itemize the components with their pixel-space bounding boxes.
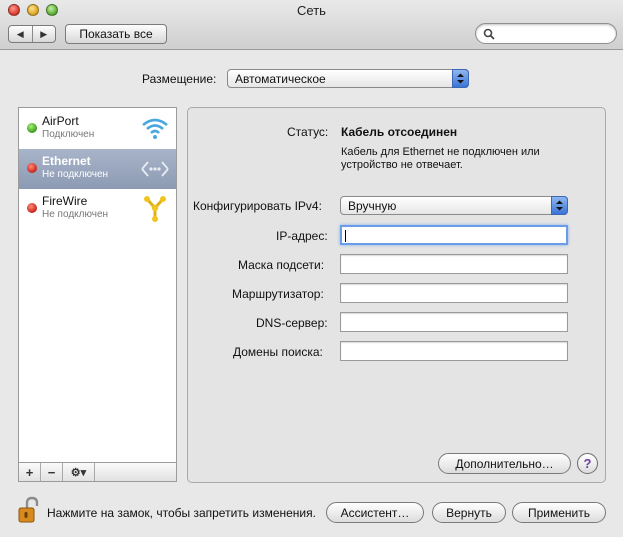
title-bar: Сеть ◀ ▶ Показать все [0, 0, 623, 50]
configure-ipv4-label: Конфигурировать IPv4: [193, 199, 322, 213]
service-name: FireWire [42, 194, 88, 208]
status-dot-icon [27, 163, 37, 173]
subnet-mask-label: Маска подсети: [238, 258, 325, 272]
configure-ipv4-popup[interactable]: Вручную [340, 196, 568, 215]
forward-button[interactable]: ▶ [31, 26, 56, 42]
action-menu-button[interactable]: ⚙▾ [63, 463, 95, 481]
assistant-button[interactable]: Ассистент… [326, 502, 424, 523]
search-input[interactable] [475, 23, 617, 44]
remove-service-button[interactable]: − [41, 463, 63, 481]
apply-button[interactable]: Применить [512, 502, 606, 523]
router-field[interactable] [340, 283, 568, 303]
window-title: Сеть [297, 3, 326, 18]
text-caret [345, 230, 346, 242]
search-icon [483, 28, 495, 40]
router-label: Маршрутизатор: [232, 287, 324, 301]
location-value: Автоматическое [235, 71, 326, 86]
status-dot-icon [27, 123, 37, 133]
subnet-mask-field[interactable] [340, 254, 568, 274]
service-item-airport[interactable]: AirPort Подключен [19, 109, 176, 149]
status-description-line1: Кабель для Ethernet не подключен или [341, 146, 540, 158]
search-domains-label: Домены поиска: [233, 345, 323, 359]
ip-address-label: IP-адрес: [276, 229, 328, 243]
popup-arrows-icon [452, 69, 469, 88]
service-status: Не подключен [42, 209, 109, 220]
advanced-button[interactable]: Дополнительно… [438, 453, 571, 474]
location-label: Размещение: [142, 72, 217, 86]
revert-button[interactable]: Вернуть [432, 502, 506, 523]
add-service-button[interactable]: + [19, 463, 41, 481]
status-dot-icon [27, 203, 37, 213]
service-list: AirPort Подключен Ethernet Не подключен … [18, 107, 177, 464]
lock-message: Нажмите на замок, чтобы запретить измене… [47, 506, 316, 520]
nav-button-group: ◀ ▶ [8, 25, 56, 43]
location-popup[interactable]: Автоматическое [227, 69, 469, 88]
ethernet-icon [141, 161, 169, 177]
configure-ipv4-value: Вручную [348, 198, 397, 213]
firewire-icon [144, 196, 166, 222]
status-value: Кабель отсоединен [341, 125, 458, 139]
dns-server-label: DNS-сервер: [256, 316, 328, 330]
wifi-icon [142, 118, 168, 139]
help-button[interactable]: ? [577, 453, 598, 474]
show-all-button[interactable]: Показать все [65, 24, 167, 44]
lock-icon[interactable] [18, 496, 40, 524]
service-status: Не подключен [42, 169, 109, 180]
service-item-firewire[interactable]: FireWire Не подключен [19, 189, 176, 229]
service-name: Ethernet [42, 154, 91, 168]
status-label: Статус: [287, 125, 329, 139]
service-item-ethernet[interactable]: Ethernet Не подключен [19, 149, 176, 189]
popup-arrows-icon [551, 196, 568, 215]
service-list-toolbar: + − ⚙▾ [18, 462, 177, 482]
status-description-line2: устройство не отвечает. [341, 159, 463, 171]
ip-address-field[interactable] [340, 225, 568, 245]
search-domains-field[interactable] [340, 341, 568, 361]
service-name: AirPort [42, 114, 79, 128]
dns-server-field[interactable] [340, 312, 568, 332]
back-button[interactable]: ◀ [9, 26, 32, 42]
service-status: Подключен [42, 129, 95, 140]
